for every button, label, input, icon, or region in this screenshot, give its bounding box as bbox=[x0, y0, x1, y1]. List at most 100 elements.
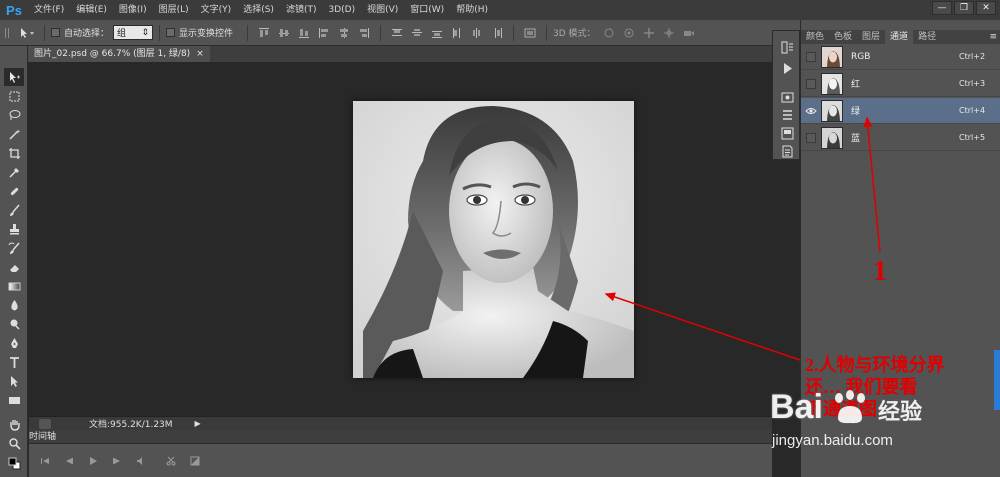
auto-select-dropdown[interactable]: 组 ⇕ bbox=[113, 25, 154, 40]
type-tool-icon[interactable] bbox=[4, 353, 24, 371]
distribute-top-icon[interactable] bbox=[390, 27, 404, 39]
channel-shortcut: Ctrl+4 bbox=[959, 106, 986, 115]
channel-thumbnail bbox=[821, 99, 843, 122]
distribute-vcenter-icon[interactable] bbox=[410, 27, 424, 39]
align-top-icon[interactable] bbox=[257, 27, 271, 39]
play-icon[interactable] bbox=[85, 454, 101, 468]
clone-stamp-tool-icon[interactable] bbox=[4, 220, 24, 238]
actions-play-icon[interactable] bbox=[779, 60, 795, 76]
canvas-area[interactable] bbox=[29, 62, 772, 416]
distribute-hcenter-icon[interactable] bbox=[470, 27, 484, 39]
align-right-icon[interactable] bbox=[357, 27, 371, 39]
gradient-tool-icon[interactable] bbox=[4, 277, 24, 295]
tab-layers[interactable]: 图层 bbox=[857, 30, 885, 44]
zoom-tool-icon[interactable] bbox=[4, 434, 24, 452]
close-button[interactable]: ✕ bbox=[976, 1, 996, 15]
visibility-toggle[interactable] bbox=[804, 50, 818, 64]
timeline-header: 时间轴 bbox=[29, 430, 772, 444]
transition-icon[interactable] bbox=[187, 454, 203, 468]
move-tool-preset-icon[interactable] bbox=[16, 25, 38, 41]
crop-tool-icon[interactable] bbox=[4, 144, 24, 162]
status-icon[interactable] bbox=[39, 418, 51, 429]
properties-panel-icon[interactable] bbox=[779, 89, 795, 105]
align-bottom-icon[interactable] bbox=[297, 27, 311, 39]
3d-slide-icon[interactable] bbox=[662, 27, 676, 39]
channel-row-rgb[interactable]: RGB Ctrl+2 bbox=[801, 44, 1000, 70]
minimize-button[interactable]: — bbox=[932, 1, 952, 15]
tab-channels[interactable]: 通道 bbox=[885, 30, 914, 44]
3d-pan-icon[interactable] bbox=[642, 27, 656, 39]
rectangle-tool-icon[interactable] bbox=[4, 391, 24, 409]
menu-view[interactable]: 视图(V) bbox=[361, 0, 404, 20]
restore-button[interactable]: ❐ bbox=[954, 1, 974, 15]
eraser-tool-icon[interactable] bbox=[4, 258, 24, 276]
pen-tool-icon[interactable] bbox=[4, 334, 24, 352]
magic-wand-tool-icon[interactable] bbox=[4, 125, 24, 143]
document-tab[interactable]: 图片_02.psd @ 66.7% (图层 1, 绿/8) × bbox=[28, 46, 210, 62]
close-icon[interactable]: × bbox=[196, 46, 204, 62]
path-selection-tool-icon[interactable] bbox=[4, 372, 24, 390]
menu-type[interactable]: 文字(Y) bbox=[195, 0, 238, 20]
menu-file[interactable]: 文件(F) bbox=[28, 0, 70, 20]
show-transform-checkbox[interactable] bbox=[166, 28, 176, 37]
tab-color[interactable]: 颜色 bbox=[801, 30, 829, 44]
menu-select[interactable]: 选择(S) bbox=[237, 0, 280, 20]
channel-row-blue[interactable]: 蓝 Ctrl+5 bbox=[801, 125, 1000, 151]
separator bbox=[546, 24, 548, 41]
menu-window[interactable]: 窗口(W) bbox=[404, 0, 450, 20]
panel-menu-icon[interactable]: ≡ bbox=[989, 30, 997, 44]
distribute-left-icon[interactable] bbox=[450, 27, 464, 39]
prev-frame-icon[interactable] bbox=[61, 454, 77, 468]
status-bar: 文档:955.2K/1.23M ▶ bbox=[29, 416, 772, 430]
3d-roll-icon[interactable] bbox=[622, 27, 636, 39]
visibility-toggle[interactable] bbox=[804, 131, 818, 145]
brush-tool-icon[interactable] bbox=[4, 201, 24, 219]
visibility-toggle[interactable] bbox=[804, 77, 818, 91]
eyedropper-tool-icon[interactable] bbox=[4, 163, 24, 181]
tab-swatches[interactable]: 色板 bbox=[829, 30, 857, 44]
hand-tool-icon[interactable] bbox=[4, 415, 24, 433]
document-info: 文档:955.2K/1.23M bbox=[89, 420, 173, 430]
color-swatches-icon[interactable] bbox=[4, 454, 24, 472]
3d-rotate-icon[interactable] bbox=[602, 27, 616, 39]
3d-scale-icon[interactable] bbox=[682, 27, 696, 39]
eye-icon[interactable] bbox=[804, 104, 818, 118]
channel-thumbnail bbox=[821, 72, 843, 95]
blur-tool-icon[interactable] bbox=[4, 296, 24, 314]
channel-shortcut: Ctrl+2 bbox=[959, 52, 986, 61]
move-tool-icon[interactable] bbox=[4, 68, 24, 86]
channel-row-green[interactable]: 绿 Ctrl+4 bbox=[801, 98, 1000, 124]
marquee-tool-icon[interactable] bbox=[4, 87, 24, 105]
menu-image[interactable]: 图像(I) bbox=[113, 0, 153, 20]
notes-panel-icon[interactable] bbox=[779, 143, 795, 159]
healing-brush-tool-icon[interactable] bbox=[4, 182, 24, 200]
auto-select-checkbox[interactable] bbox=[51, 28, 60, 37]
separator bbox=[247, 24, 249, 41]
status-menu-arrow-icon[interactable]: ▶ bbox=[195, 419, 201, 428]
menu-layer[interactable]: 图层(L) bbox=[153, 0, 195, 20]
menu-help[interactable]: 帮助(H) bbox=[450, 0, 494, 20]
distribute-bottom-icon[interactable] bbox=[430, 27, 444, 39]
align-left-icon[interactable] bbox=[317, 27, 331, 39]
channel-row-red[interactable]: 红 Ctrl+3 bbox=[801, 71, 1000, 97]
audio-icon[interactable] bbox=[133, 454, 149, 468]
visibility-box-icon bbox=[806, 51, 816, 62]
split-icon[interactable] bbox=[163, 454, 179, 468]
auto-align-icon[interactable] bbox=[523, 27, 537, 39]
distribute-right-icon[interactable] bbox=[490, 27, 504, 39]
menu-3d[interactable]: 3D(D) bbox=[322, 0, 361, 20]
menu-edit[interactable]: 编辑(E) bbox=[70, 0, 113, 20]
styles-panel-icon[interactable] bbox=[779, 125, 795, 141]
align-vcenter-icon[interactable] bbox=[277, 27, 291, 39]
menu-filter[interactable]: 滤镜(T) bbox=[280, 0, 323, 20]
paw-icon bbox=[835, 390, 865, 424]
dodge-tool-icon[interactable] bbox=[4, 315, 24, 333]
tab-paths[interactable]: 路径 bbox=[913, 30, 941, 44]
history-brush-tool-icon[interactable] bbox=[4, 239, 24, 257]
history-panel-icon[interactable] bbox=[779, 39, 795, 55]
align-hcenter-icon[interactable] bbox=[337, 27, 351, 39]
lasso-tool-icon[interactable] bbox=[4, 106, 24, 124]
first-frame-icon[interactable] bbox=[37, 454, 53, 468]
next-frame-icon[interactable] bbox=[109, 454, 125, 468]
adjustments-panel-icon[interactable] bbox=[779, 107, 795, 123]
